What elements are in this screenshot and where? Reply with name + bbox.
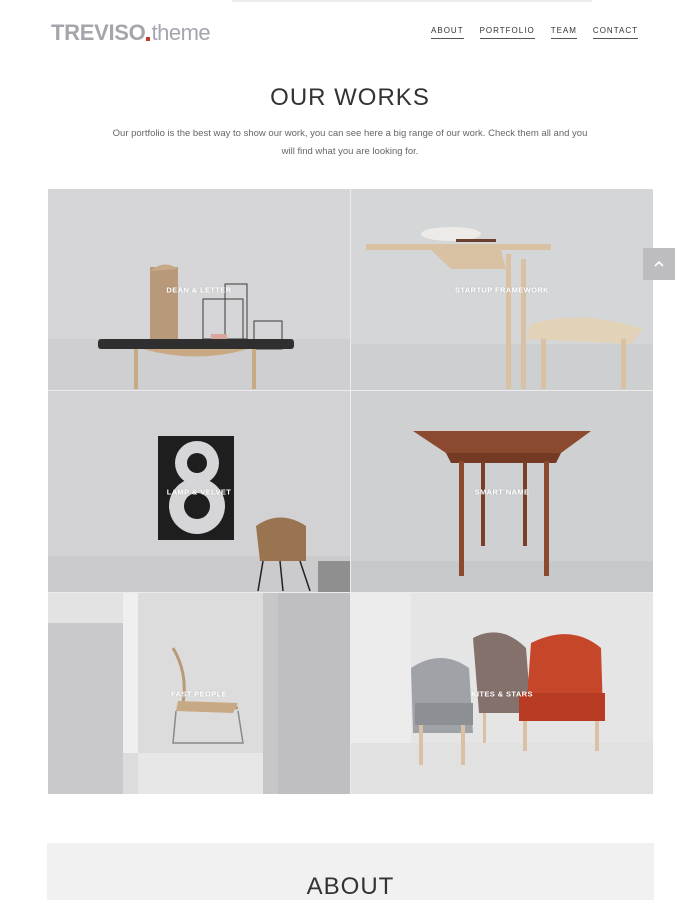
main-nav: ABOUT PORTFOLIO TEAM CONTACT: [431, 26, 638, 39]
works-intro: Our portfolio is the best way to show ou…: [112, 128, 588, 157]
nav-item-portfolio[interactable]: PORTFOLIO: [479, 26, 535, 39]
logo[interactable]: TREVISO theme: [51, 20, 211, 46]
portfolio-item[interactable]: FAST PEOPLE: [48, 593, 350, 794]
nav-item-about[interactable]: ABOUT: [431, 26, 464, 39]
portfolio-item[interactable]: KITES & STARS: [351, 593, 653, 794]
portfolio-item[interactable]: STARTUP FRAMEWORK: [351, 189, 653, 390]
portfolio-item[interactable]: LAMP & VELVET: [48, 391, 350, 592]
portfolio-item-label: KITES & STARS: [471, 689, 533, 698]
nav-item-team[interactable]: TEAM: [550, 26, 577, 39]
site-header: TREVISO theme ABOUT PORTFOLIO TEAM CONTA…: [0, 0, 700, 64]
portfolio-item-label: SMART NAME: [474, 487, 530, 496]
scroll-to-top-button[interactable]: [643, 248, 675, 280]
portfolio-item-label: LAMP & VELVET: [166, 487, 232, 496]
about-title: ABOUT: [306, 873, 395, 900]
portfolio-item-label: FAST PEOPLE: [170, 689, 228, 698]
nav-item-contact[interactable]: CONTACT: [592, 26, 638, 39]
portfolio-item-label: STARTUP FRAMEWORK: [454, 285, 550, 294]
portfolio-item[interactable]: SMART NAME: [351, 391, 653, 592]
chevron-up-icon: [654, 260, 664, 267]
portfolio-grid: DEAN & LETTER STARTUP FRAMEWORK LAMP & V…: [48, 189, 653, 794]
about-section: ABOUT: [47, 843, 654, 900]
logo-main-text: TREVISO: [51, 20, 146, 45]
portfolio-item[interactable]: DEAN & LETTER: [48, 189, 350, 390]
logo-dot: [146, 37, 151, 41]
works-title: OUR WORKS: [270, 84, 430, 111]
portfolio-item-label: DEAN & LETTER: [166, 285, 232, 294]
logo-sub-text: theme: [151, 20, 211, 45]
